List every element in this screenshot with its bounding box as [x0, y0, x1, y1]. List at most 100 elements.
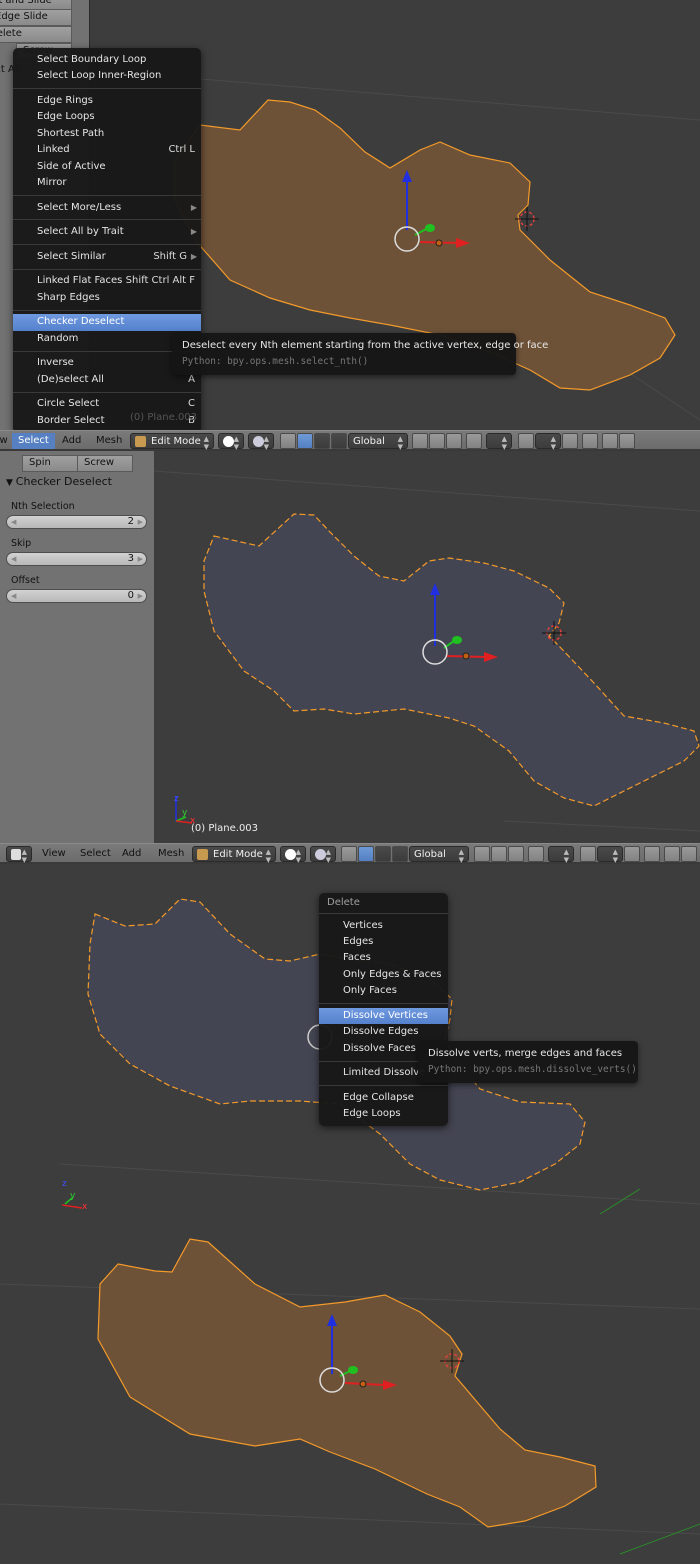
menu-item-edge-rings[interactable]: Edge Rings: [13, 93, 201, 109]
offset-field[interactable]: ◀ 0 ▶: [6, 589, 147, 603]
scale-manipulator-icon[interactable]: [392, 846, 408, 862]
menu-separator: [13, 268, 201, 270]
snap-element-dropdown[interactable]: ▲ ▼: [597, 846, 623, 864]
menu-add[interactable]: Add: [116, 846, 147, 862]
pivot-point-dropdown[interactable]: ▲ ▼: [248, 433, 274, 451]
panel-checker-deselect: z y x (0) Plane.003 Spin Screw ▼ Checker…: [0, 451, 700, 843]
menu-item-shortcut: Shift G: [153, 250, 187, 262]
menu-item-only-faces[interactable]: Only Faces: [319, 983, 448, 999]
render-opengl-icon[interactable]: [664, 846, 680, 862]
menu-item-select-similar[interactable]: Select Similar Shift G ▶: [13, 249, 201, 265]
proportional-editing-dropdown[interactable]: ▲ ▼: [548, 846, 574, 864]
spin-button[interactable]: Spin: [22, 455, 78, 472]
edit-mode-icon: [197, 849, 208, 860]
mode-dropdown[interactable]: Edit Mode ▲ ▼: [192, 846, 276, 864]
viewport-shading-dropdown[interactable]: ▲ ▼: [218, 433, 244, 451]
face-select-mode-icon[interactable]: [508, 846, 524, 862]
snap-toggle-icon[interactable]: [518, 433, 534, 449]
render-opengl-icon[interactable]: [602, 433, 618, 449]
edge-select-mode-icon[interactable]: [491, 846, 507, 862]
menu-item-select-loop-inner-region[interactable]: Select Loop Inner-Region: [13, 68, 201, 84]
object-origin: [462, 652, 470, 660]
axis-label-y: y: [70, 1191, 76, 1201]
snap-target-icon[interactable]: [624, 846, 640, 862]
menu-mesh[interactable]: Mesh: [90, 433, 128, 449]
menu-item-faces[interactable]: Faces: [319, 950, 448, 966]
face-select-mode-icon[interactable]: [446, 433, 462, 449]
vertex-select-mode-icon[interactable]: [474, 846, 490, 862]
decrement-arrow-icon[interactable]: ◀: [11, 590, 16, 602]
menu-item-linked[interactable]: Linked Ctrl L: [13, 142, 201, 158]
menu-item-only-edges-faces[interactable]: Only Edges & Faces: [319, 967, 448, 983]
snap-align-icon[interactable]: [644, 846, 660, 862]
menu-item-label: Faces: [343, 952, 371, 964]
editor-type-dropdown[interactable]: ▲ ▼: [6, 846, 32, 864]
snap-toggle-icon[interactable]: [580, 846, 596, 862]
menu-item-edge-loops[interactable]: Edge Loops: [13, 109, 201, 125]
menu-item-sharp-edges[interactable]: Sharp Edges: [13, 290, 201, 306]
menu-item-dissolve-vertices[interactable]: Dissolve Vertices: [319, 1007, 448, 1025]
manipulator-toggle-icon[interactable]: [280, 433, 296, 449]
viewport-shading-dropdown[interactable]: ▲ ▼: [280, 846, 306, 864]
increment-arrow-icon[interactable]: ▶: [138, 590, 143, 602]
menu-add[interactable]: Add: [56, 433, 87, 449]
mesh-checker-selected[interactable]: [203, 513, 700, 807]
snap-element-dropdown[interactable]: ▲ ▼: [535, 433, 561, 451]
menu-item-circle-select[interactable]: Circle Select C: [13, 396, 201, 412]
decrement-arrow-icon[interactable]: ◀: [11, 553, 16, 565]
menu-item-mirror[interactable]: Mirror: [13, 175, 201, 191]
vertex-select-mode-icon[interactable]: [412, 433, 428, 449]
decrement-arrow-icon[interactable]: ◀: [11, 516, 16, 528]
edge-slide-button[interactable]: Edge Slide: [0, 9, 72, 26]
menu-item-shortcut: Shift Ctrl Alt F: [125, 275, 195, 287]
menu-select[interactable]: Select: [74, 846, 117, 862]
scale-manipulator-icon[interactable]: [331, 433, 347, 449]
orientation-label: Global: [414, 849, 446, 860]
mode-dropdown[interactable]: Edit Mode ▲ ▼: [130, 433, 214, 451]
manipulator-toggle-icon[interactable]: [341, 846, 357, 862]
menu-item-shortest-path[interactable]: Shortest Path: [13, 126, 201, 142]
menu-item-linked-flat-faces[interactable]: Linked Flat Faces Shift Ctrl Alt F: [13, 273, 201, 289]
menu-separator: [13, 391, 201, 393]
menu-item-dissolve-edges[interactable]: Dissolve Edges: [319, 1024, 448, 1040]
menu-item-label: Select All by Trait: [37, 226, 124, 238]
increment-arrow-icon[interactable]: ▶: [138, 516, 143, 528]
snap-align-icon[interactable]: [582, 433, 598, 449]
pivot-point-dropdown[interactable]: ▲ ▼: [310, 846, 336, 864]
increment-arrow-icon[interactable]: ▶: [138, 553, 143, 565]
menu-select[interactable]: Select: [12, 433, 55, 449]
skip-field[interactable]: ◀ 3 ▶: [6, 552, 147, 566]
render-animation-icon[interactable]: [619, 433, 635, 449]
menu-item-select-all-by-trait[interactable]: Select All by Trait ▶: [13, 224, 201, 240]
edge-select-mode-icon[interactable]: [429, 433, 445, 449]
screw-button[interactable]: Screw: [77, 455, 133, 472]
occlude-geometry-icon[interactable]: [528, 846, 544, 862]
render-animation-icon[interactable]: [681, 846, 697, 862]
3d-viewport-2[interactable]: z y x (0) Plane.003: [154, 451, 700, 843]
orientation-dropdown[interactable]: Global ▲ ▼: [409, 846, 469, 864]
proportional-editing-dropdown[interactable]: ▲ ▼: [486, 433, 512, 451]
menu-item-vertices[interactable]: Vertices: [319, 918, 448, 934]
redo-panel-title[interactable]: ▼ Checker Deselect: [6, 475, 112, 488]
menu-item-side-of-active[interactable]: Side of Active: [13, 159, 201, 175]
3d-view-icon: [11, 849, 21, 860]
menu-item-label: Dissolve Edges: [343, 1026, 419, 1038]
3d-viewport-4[interactable]: [0, 1214, 700, 1564]
menu-item-checker-deselect[interactable]: Checker Deselect: [13, 314, 201, 331]
occlude-geometry-icon[interactable]: [466, 433, 482, 449]
menu-item-edge-collapse[interactable]: Edge Collapse: [319, 1090, 448, 1106]
nth-selection-field[interactable]: ◀ 2 ▶: [6, 515, 147, 529]
menu-view[interactable]: View: [36, 846, 72, 862]
menu-item-select-boundary-loop[interactable]: Select Boundary Loop: [13, 52, 201, 68]
menu-item-edge-loops[interactable]: Edge Loops: [319, 1106, 448, 1122]
menu-mesh[interactable]: Mesh: [152, 846, 190, 862]
menu-item-edges[interactable]: Edges: [319, 934, 448, 950]
delete-button[interactable]: Delete: [0, 26, 72, 43]
menu-item-select-more-less[interactable]: Select More/Less ▶: [13, 200, 201, 216]
rotate-manipulator-icon[interactable]: [375, 846, 391, 862]
rotate-manipulator-icon[interactable]: [314, 433, 330, 449]
orientation-dropdown[interactable]: Global ▲ ▼: [348, 433, 408, 451]
translate-manipulator-icon[interactable]: [297, 433, 313, 449]
snap-target-icon[interactable]: [562, 433, 578, 449]
translate-manipulator-icon[interactable]: [358, 846, 374, 862]
